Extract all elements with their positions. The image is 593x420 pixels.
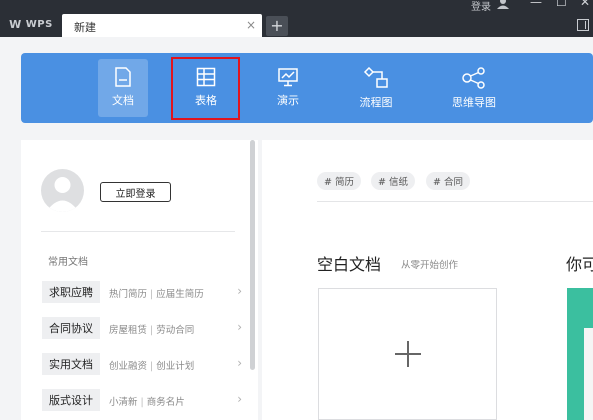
subcategory-links: 房屋租赁 | 劳动合同 [109,322,194,336]
subcategory-link[interactable]: 热门简历 [109,289,147,300]
tool-label: 思维导图 [452,96,496,109]
separator: | [140,397,144,408]
template-panel: # 简历 # 信纸 # 合同 空白文档 从零开始创作 你可 [262,140,593,420]
mindmap-icon [462,67,485,89]
subcategory-link[interactable]: 应届生简历 [156,289,204,300]
chevron-right-icon[interactable]: › [237,284,242,298]
subcategory-link[interactable]: 劳动合同 [156,325,194,336]
separator: | [150,361,154,372]
tool-label: 文档 [112,94,134,107]
section-title: 常用文档 [48,257,88,268]
divider [317,201,593,202]
subcategory-link[interactable]: 创业融资 [109,361,147,372]
sidebar-toggle-icon[interactable] [577,19,589,31]
category-label[interactable]: 版式设计 [42,389,100,411]
wps-logo-icon: 𝗪 [9,18,22,31]
new-doc-toolbar: 文档 表格 演示 流程图 思维导图 [21,53,593,123]
separator: | [150,325,154,336]
tool-label: 演示 [277,94,299,107]
account-panel: 立即登录 常用文档 求职应聘 热门简历 | 应届生简历 › 合同协议 房屋租赁 | 劳动… [21,140,258,420]
subcategory-links: 小清新 | 商务名片 [109,394,185,408]
presentation-icon [278,68,298,87]
chevron-right-icon[interactable]: › [237,356,242,370]
tag-letter-paper[interactable]: # 信纸 [371,172,415,190]
close-window-button[interactable]: ✕ [580,0,590,8]
brand-label: WPS [25,19,53,30]
blank-doc-subtitle: 从零开始创作 [401,260,459,271]
chevron-right-icon[interactable]: › [237,392,242,406]
blank-doc-title: 空白文档 [317,255,382,274]
plus-icon-vertical [407,341,409,367]
main-content: 文档 表格 演示 流程图 思维导图 立即登录 常用文档 求职应聘 热门简历 | … [0,37,593,420]
separator: | [150,289,154,300]
tab-label: 新建 [74,21,96,34]
chevron-right-icon[interactable]: › [237,320,242,334]
list-item[interactable]: 求职应聘 热门简历 | 应届生简历 › [42,281,242,303]
title-bar: 𝗪 WPS 新建 × + 登录 — ☐ ✕ [0,0,593,37]
list-item[interactable]: 合同协议 房屋租赁 | 劳动合同 › [42,317,242,339]
highlight-annotation [171,57,240,120]
category-label[interactable]: 实用文档 [42,353,100,375]
list-item[interactable]: 版式设计 小清新 | 商务名片 › [42,389,242,411]
login-link[interactable]: 登录 [471,0,491,13]
tool-document[interactable]: 文档 [98,59,148,117]
avatar[interactable] [41,169,84,212]
template-card[interactable] [567,288,593,420]
scrollbar[interactable] [250,140,255,370]
subcategory-links: 创业融资 | 创业计划 [109,358,194,372]
new-tab-button[interactable]: + [266,16,288,36]
wps-brand[interactable]: 𝗪 WPS [0,12,62,37]
subcategory-link[interactable]: 创业计划 [156,361,194,372]
tab-new[interactable]: 新建 × [62,14,262,37]
tool-presentation[interactable]: 演示 [263,59,313,117]
template-preview [584,328,593,420]
tool-mindmap[interactable]: 思维导图 [449,59,499,117]
subcategory-link[interactable]: 商务名片 [147,397,185,408]
section-title-partial: 你可 [566,255,593,274]
user-icon[interactable] [496,0,510,9]
tag-resume[interactable]: # 简历 [317,172,361,190]
tool-label: 流程图 [359,96,393,109]
divider [41,231,235,232]
close-icon[interactable]: × [246,18,256,32]
user-icon [46,177,79,212]
category-label[interactable]: 求职应聘 [42,281,100,303]
subcategory-link[interactable]: 房屋租赁 [109,325,147,336]
category-label[interactable]: 合同协议 [42,317,100,339]
subcategory-links: 热门简历 | 应届生简历 [109,286,204,300]
tag-contract[interactable]: # 合同 [426,172,470,190]
flowchart-icon [363,67,388,88]
tool-flowchart[interactable]: 流程图 [351,59,401,117]
new-blank-document-card[interactable] [318,288,497,420]
maximize-button[interactable]: ☐ [556,0,567,8]
minimize-button[interactable]: — [530,0,542,8]
login-button[interactable]: 立即登录 [100,182,171,202]
document-icon [115,67,131,87]
subcategory-link[interactable]: 小清新 [109,397,138,408]
list-item[interactable]: 实用文档 创业融资 | 创业计划 › [42,353,242,375]
